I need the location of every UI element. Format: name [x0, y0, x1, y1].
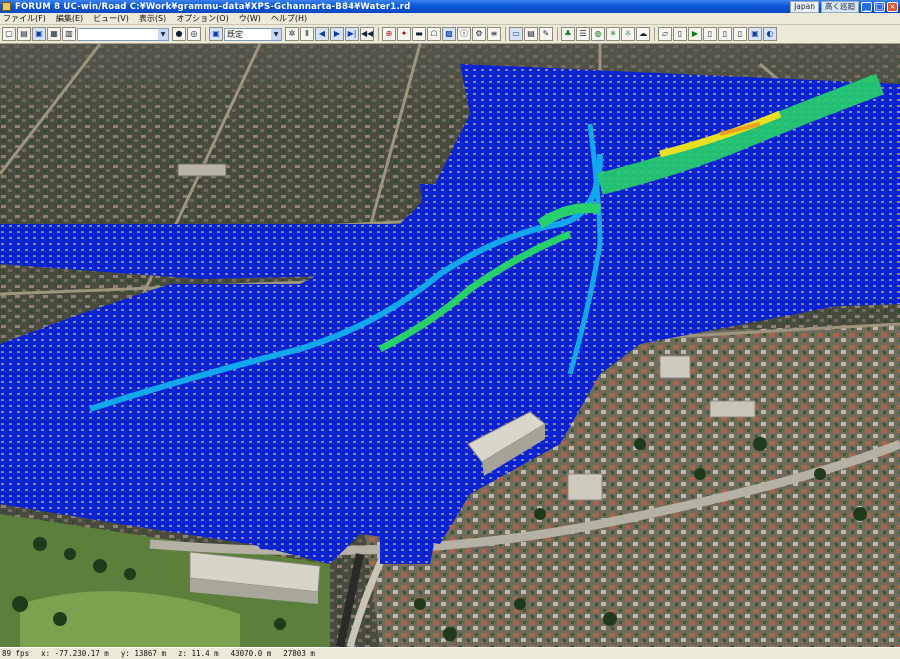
toolbar-separator: [378, 27, 379, 41]
frame-icon[interactable]: ▯: [703, 27, 717, 41]
title-bar-right: Japan 高く巡廻 _ □ ×: [790, 1, 898, 13]
close-button[interactable]: ×: [887, 2, 898, 12]
status-bar: 89 fps x: -77.230.17 m y: 13867 m z: 11.…: [0, 647, 900, 659]
tools-icon[interactable]: ✎: [539, 27, 553, 41]
export-image-icon[interactable]: ▣: [748, 27, 762, 41]
menu-file[interactable]: ファイル(F): [3, 13, 46, 24]
status-elevation: 27803 m: [283, 649, 315, 658]
menu-display[interactable]: 表示(S): [139, 13, 166, 24]
map-icon[interactable]: ▩: [442, 27, 456, 41]
chart-icon[interactable]: ▤: [524, 27, 538, 41]
save-icon[interactable]: ▣: [32, 27, 46, 41]
info-icon[interactable]: ⓘ: [457, 27, 471, 41]
tree-icon[interactable]: ♣: [561, 27, 575, 41]
view-combo[interactable]: 既定 ▼: [224, 27, 282, 41]
app-icon: [2, 2, 11, 11]
menu-options[interactable]: オプション(O): [176, 13, 229, 24]
play-icon[interactable]: ▶: [688, 27, 702, 41]
camera-settings-icon[interactable]: ◐: [763, 27, 777, 41]
status-z-coordinate: z: 11.4 m: [177, 649, 219, 658]
car-icon[interactable]: ▬: [412, 27, 426, 41]
rewind-icon[interactable]: ◀◀: [360, 27, 374, 41]
toolbar: ▢ ▤ ▣ ▦ ▥ ▼ ● ◎ ▣ 既定 ▼ ✲ Ⅱ ◀ ▶ ▶| ◀◀ ⊕ ✦…: [0, 25, 900, 44]
menu-bar: ファイル(F) 編集(E) ビュー(V) 表示(S) オプション(O) ウ(W)…: [0, 13, 900, 25]
status-fps: 89 fps: [2, 649, 30, 658]
toolbar-separator: [557, 27, 558, 41]
record-icon[interactable]: ●: [172, 27, 186, 41]
toolbar-separator: [205, 27, 206, 41]
menu-view[interactable]: ビュー(V): [93, 13, 129, 24]
settings-icon[interactable]: ⚙: [472, 27, 486, 41]
clipboard-icon[interactable]: ▯: [673, 27, 687, 41]
cloud-icon[interactable]: ☁: [636, 27, 650, 41]
gear-icon[interactable]: ✲: [285, 27, 299, 41]
status-y-coordinate: y: 13867 m: [120, 649, 166, 658]
help-button[interactable]: 高く巡廻: [821, 1, 859, 13]
menu-window[interactable]: ウ(W): [239, 13, 261, 24]
pause-icon[interactable]: Ⅱ: [300, 27, 314, 41]
window-title: FORUM 8 UC-win/Road C:¥Work¥grammu-data¥…: [15, 1, 411, 12]
camera-icon[interactable]: ▣: [209, 27, 223, 41]
frame-icon[interactable]: ▯: [733, 27, 747, 41]
chevron-down-icon[interactable]: ▼: [158, 28, 168, 40]
screen-icon[interactable]: ▭: [509, 27, 523, 41]
title-bar: FORUM 8 UC-win/Road C:¥Work¥grammu-data¥…: [0, 0, 900, 13]
folder-icon[interactable]: ▱: [658, 27, 672, 41]
stop-icon[interactable]: ◎: [187, 27, 201, 41]
toolbar-separator: [654, 27, 655, 41]
status-distance: 43070.0 m: [230, 649, 272, 658]
chevron-down-icon[interactable]: ▼: [271, 28, 281, 40]
language-badge[interactable]: Japan: [790, 1, 819, 13]
print-icon[interactable]: ▦: [47, 27, 61, 41]
open-folder-icon[interactable]: ▤: [17, 27, 31, 41]
search-combo[interactable]: ▼: [77, 27, 169, 41]
export-icon[interactable]: ▥: [62, 27, 76, 41]
step-back-icon[interactable]: ◀: [315, 27, 329, 41]
minimize-button[interactable]: _: [861, 2, 872, 12]
layer-icon[interactable]: ≡: [487, 27, 501, 41]
list-icon[interactable]: ☰: [576, 27, 590, 41]
step-forward-icon[interactable]: ▶: [330, 27, 344, 41]
3d-viewport[interactable]: [0, 44, 900, 647]
sun-icon[interactable]: ☼: [621, 27, 635, 41]
walk-icon[interactable]: ☖: [427, 27, 441, 41]
globe-icon[interactable]: ◍: [591, 27, 605, 41]
menu-edit[interactable]: 編集(E): [56, 13, 83, 24]
new-file-icon[interactable]: ▢: [2, 27, 16, 41]
maximize-button[interactable]: □: [874, 2, 885, 12]
frame-icon[interactable]: ▯: [718, 27, 732, 41]
target-icon[interactable]: ⊕: [382, 27, 396, 41]
toolbar-separator: [505, 27, 506, 41]
menu-help[interactable]: ヘルプ(H): [271, 13, 307, 24]
terrain-scene: [0, 44, 900, 647]
skip-end-icon[interactable]: ▶|: [345, 27, 359, 41]
compass-icon[interactable]: ✦: [397, 27, 411, 41]
wind-icon[interactable]: ✳: [606, 27, 620, 41]
status-x-coordinate: x: -77.230.17 m: [41, 649, 109, 658]
